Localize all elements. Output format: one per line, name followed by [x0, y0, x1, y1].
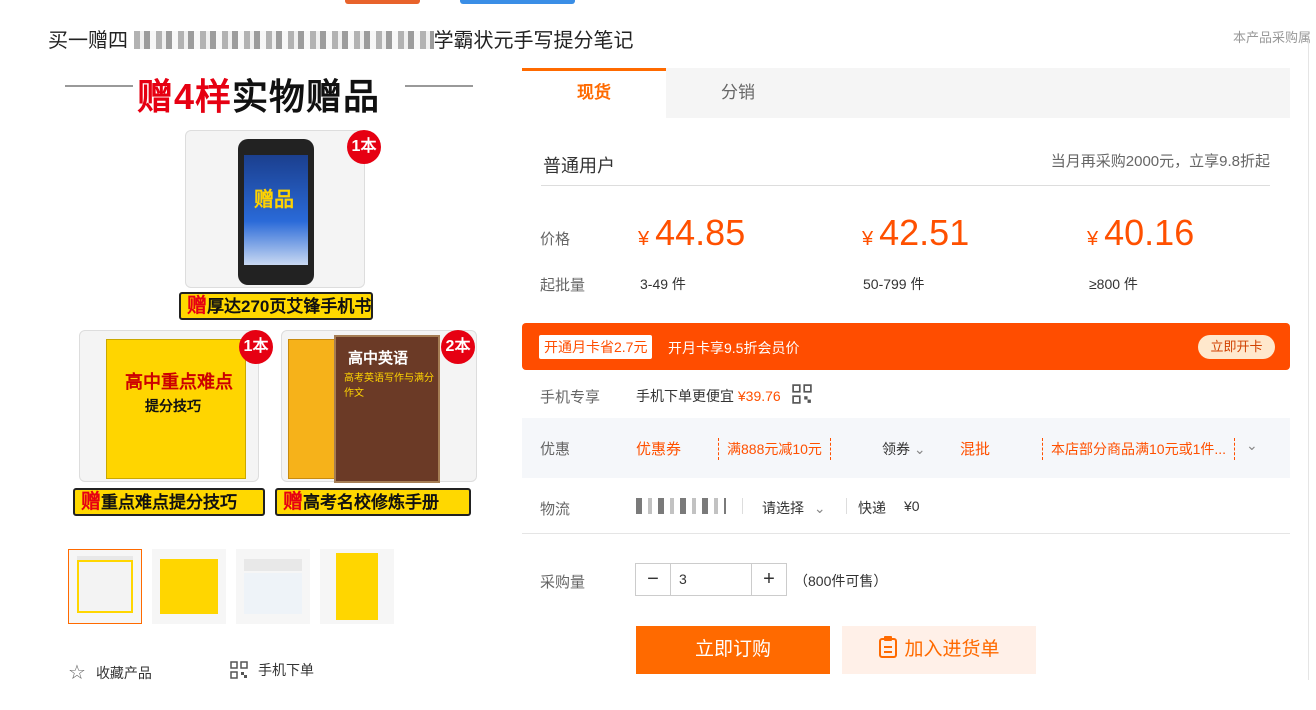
- book2-title: 高中英语: [348, 350, 409, 367]
- logistics-row: 物流 请选择 ⌄ 快递 ¥0: [522, 478, 1290, 534]
- clipboard-icon: [878, 630, 898, 678]
- book1-title: 高中重点难点: [125, 372, 233, 392]
- coupon-tag[interactable]: 满888元减10元: [718, 438, 831, 460]
- banner-line-right: [405, 85, 473, 87]
- shipping-method: 快递: [858, 500, 886, 516]
- top-strip: [0, 0, 1316, 6]
- user-discount-note: 当月再采购2000元，立享9.8折起: [1050, 153, 1270, 170]
- favorite-action[interactable]: ☆ 收藏产品: [68, 660, 152, 685]
- gift-banner: 赠4样实物赠品: [65, 68, 483, 117]
- price-tier-3: ¥40.16: [1087, 212, 1195, 253]
- discount-row: 优惠 优惠券 满888元减10元 领券 ⌄ 混批 本店部分商品满10元或1件..…: [522, 418, 1290, 478]
- gift-phone-label: 赠厚达270页艾锋手机书: [179, 292, 373, 320]
- quantity-row: 采购量 − 3 + （800件可售）: [522, 560, 1290, 600]
- product-title: 买一赠四 学霸状元手写提分笔记: [48, 24, 634, 53]
- user-tier-row: 普通用户 当月再采购2000元，立享9.8折起: [541, 138, 1270, 186]
- star-icon: ☆: [68, 662, 86, 684]
- moq-tier-3: ≥800 件: [1089, 276, 1138, 292]
- mix-batch-tag[interactable]: 本店部分商品满10元或1件...: [1042, 438, 1236, 460]
- book1-sub: 提分技巧: [145, 398, 201, 414]
- price-tier-2: ¥42.51: [862, 212, 970, 253]
- quantity-stepper: − 3 +: [635, 563, 787, 596]
- moq-label: 起批量: [540, 277, 586, 294]
- moq-tier-1: 3-49 件: [640, 276, 686, 292]
- phone-screen-text: 赠品: [254, 189, 294, 211]
- shipping-fee: ¥0: [904, 498, 920, 514]
- gift-book2-label: 赠高考名校修炼手册: [275, 488, 471, 516]
- divider: [846, 498, 847, 514]
- badge-book1: 1本: [239, 330, 273, 364]
- price-tiers: 价格 起批量 ¥44.85 3-49 件 ¥42.51 50-799 件 ¥40…: [522, 198, 1290, 308]
- badge-phone: 1本: [347, 130, 381, 164]
- open-card-button[interactable]: 立即开卡: [1198, 335, 1275, 359]
- order-now-button[interactable]: 立即订购: [636, 626, 830, 674]
- quantity-label: 采购量: [540, 574, 586, 591]
- decrease-button[interactable]: −: [636, 564, 670, 595]
- user-type: 普通用户: [543, 156, 615, 177]
- get-coupon-dropdown[interactable]: 领券 ⌄: [882, 439, 926, 459]
- chevron-down-icon[interactable]: ⌄: [1246, 437, 1258, 454]
- moq-tier-2: 50-799 件: [863, 276, 925, 292]
- qr-code-icon: [230, 661, 248, 679]
- page-right-edge: [1308, 40, 1316, 680]
- promo-text: 开月卡享9.5折会员价: [668, 340, 800, 356]
- discount-label: 优惠: [540, 441, 571, 458]
- mobile-text: 手机下单更便宜 ¥39.76: [636, 388, 781, 404]
- banner-title: 赠4样实物赠品: [137, 76, 381, 117]
- destination-select[interactable]: 请选择 ⌄: [762, 498, 826, 518]
- thumbnail-4[interactable]: [320, 549, 394, 624]
- title-prefix: 买一赠四: [48, 30, 128, 52]
- mobile-order-action[interactable]: 手机下单: [230, 660, 314, 680]
- thumbnail-2[interactable]: [152, 549, 226, 624]
- tab-spot[interactable]: 现货: [522, 68, 666, 118]
- top-note: 本产品采购属: [1233, 30, 1312, 45]
- chevron-down-icon: ⌄: [813, 500, 826, 516]
- book2-sub: 高考英语写作与满分作文: [344, 373, 434, 399]
- divider: [742, 498, 743, 514]
- main-product-image[interactable]: 赠4样实物赠品 赠品 1本 赠厚达270页艾锋手机书 高中重点难点 提分技巧 1…: [65, 68, 483, 524]
- stock-available: （800件可售）: [794, 573, 888, 589]
- thumbnail-3[interactable]: [236, 549, 310, 624]
- chevron-down-icon: ⌄: [913, 441, 926, 457]
- sales-tabs: 现货 分销: [522, 68, 1290, 118]
- yellow-book: 高中重点难点 提分技巧: [106, 339, 246, 479]
- top-tab-blue[interactable]: [460, 0, 575, 4]
- phone-illustration: 赠品: [238, 139, 314, 285]
- quantity-input[interactable]: 3: [670, 564, 752, 595]
- title-suffix: 学霸状元手写提分笔记: [433, 30, 634, 52]
- favorite-label: 收藏产品: [95, 664, 152, 681]
- mobile-order-label: 手机下单: [258, 662, 314, 678]
- membership-promo-bar: 开通月卡省2.7元 开月卡享9.5折会员价 立即开卡: [522, 323, 1290, 370]
- banner-line-left: [65, 85, 133, 87]
- brown-book: 高中英语 高考英语写作与满分作文: [334, 335, 440, 483]
- badge-book2: 2本: [441, 330, 475, 364]
- add-to-cart-button[interactable]: 加入进货单: [842, 626, 1036, 674]
- thumbnail-1[interactable]: [68, 549, 142, 624]
- price-label: 价格: [540, 231, 571, 248]
- coupon-label: 优惠券: [636, 441, 682, 458]
- top-tab-orange[interactable]: [345, 0, 420, 4]
- mix-batch-label: 混批: [960, 441, 991, 458]
- mobile-price: ¥39.76: [737, 388, 781, 404]
- tab-distribution[interactable]: 分销: [666, 68, 810, 118]
- logistics-label: 物流: [540, 501, 571, 518]
- price-tier-1: ¥44.85: [638, 212, 746, 253]
- gift-book1-label: 赠重点难点提分技巧: [73, 488, 265, 516]
- gift-phone-card: 赠品: [185, 130, 365, 288]
- mobile-label: 手机专享: [540, 389, 601, 406]
- mobile-exclusive-row: 手机专享 手机下单更便宜 ¥39.76: [522, 380, 1290, 410]
- gift-book1-card: 高中重点难点 提分技巧: [79, 330, 259, 482]
- increase-button[interactable]: +: [752, 564, 786, 595]
- qr-code-icon[interactable]: [792, 384, 812, 409]
- promo-chip: 开通月卡省2.7元: [539, 335, 653, 359]
- title-redacted: [133, 31, 434, 49]
- origin-redacted: [636, 498, 726, 514]
